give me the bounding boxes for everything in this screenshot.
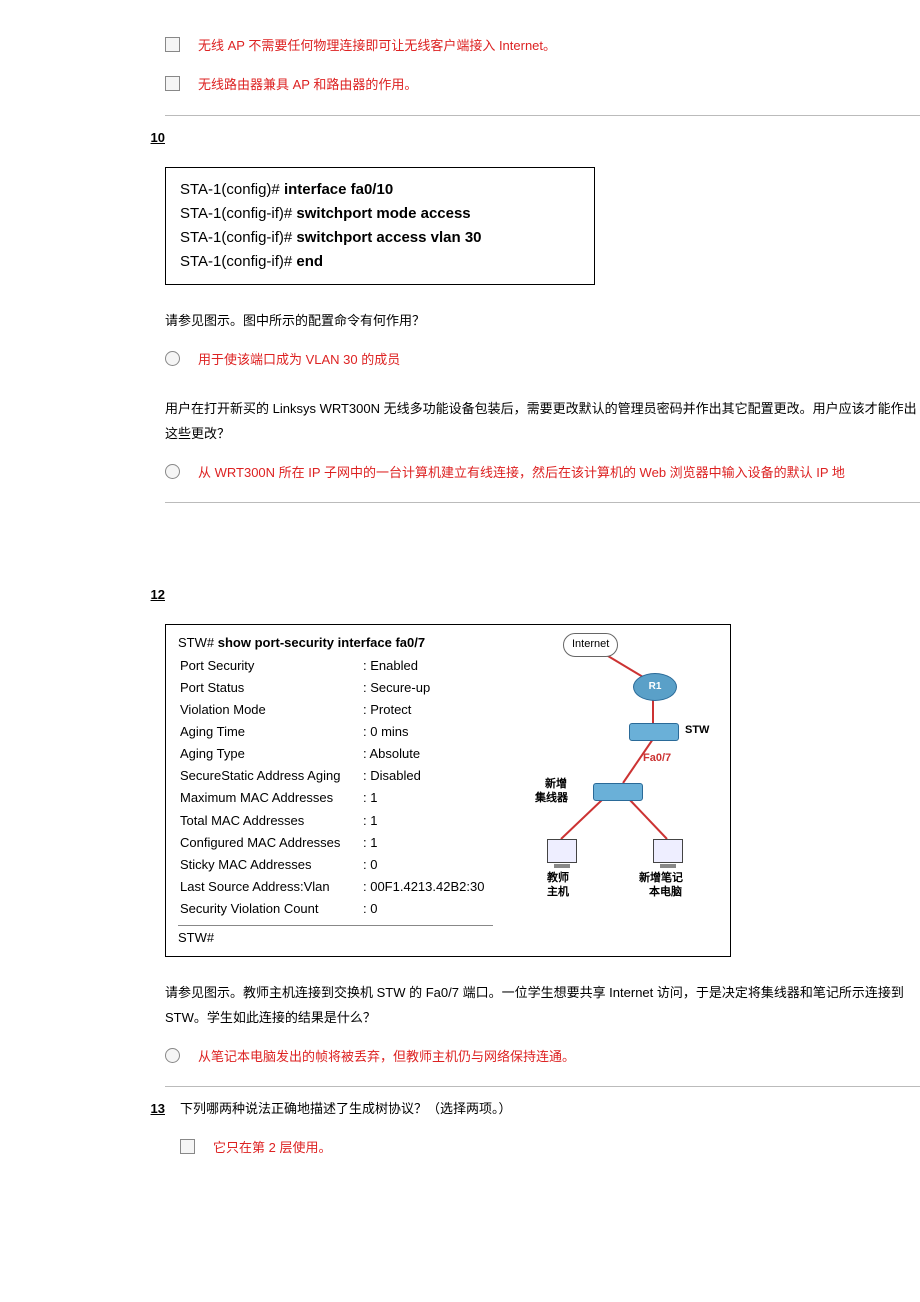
- pc2-label-2: 本电脑: [649, 883, 682, 903]
- checkbox-icon[interactable]: [165, 76, 180, 91]
- code-line: STA-1(config-if)#: [180, 205, 296, 222]
- q12-cli-output: STW# show port-security interface fa0/7 …: [178, 633, 493, 948]
- q11-answer: 从 WRT300N 所在 IP 子网中的一台计算机建立有线连接，然后在该计算机的…: [165, 453, 920, 492]
- q10-answer-text: 用于使该端口成为 VLAN 30 的成员: [198, 348, 400, 371]
- table-row: Configured MAC Addresses: 1: [180, 833, 490, 853]
- table-row: Port Security: Enabled: [180, 656, 490, 676]
- radio-icon[interactable]: [165, 464, 180, 479]
- q10-question-text: 请参见图示。图中所示的配置命令有何作用？: [165, 303, 920, 340]
- question-number-12: 12: [0, 583, 180, 606]
- table-row: Aging Type: Absolute: [180, 744, 490, 764]
- table-row: SecureStatic Address Aging: Disabled: [180, 766, 490, 786]
- code-cmd: end: [296, 253, 323, 270]
- radio-icon[interactable]: [165, 1048, 180, 1063]
- table-row: Total MAC Addresses: 1: [180, 811, 490, 831]
- divider: [165, 1086, 920, 1087]
- cli-prompt: STW#: [178, 635, 218, 650]
- code-line: STA-1(config-if)#: [180, 253, 296, 270]
- q11-answer-text: 从 WRT300N 所在 IP 子网中的一台计算机建立有线连接，然后在该计算机的…: [198, 461, 845, 484]
- teacher-pc-icon: [547, 839, 577, 863]
- checkbox-icon[interactable]: [165, 37, 180, 52]
- code-line: STA-1(config)#: [180, 181, 284, 198]
- stw-label: STW: [685, 721, 709, 741]
- q10-answer: 用于使该端口成为 VLAN 30 的成员: [165, 340, 920, 379]
- code-line: STA-1(config-if)#: [180, 229, 296, 246]
- internet-cloud-icon: Internet: [563, 633, 618, 657]
- port-security-table: Port Security: Enabled Port Status: Secu…: [178, 654, 492, 922]
- pc1-label-2: 主机: [547, 883, 569, 903]
- q12-answer-text: 从笔记本电脑发出的帧将被丢弃，但教师主机仍与网络保持连通。: [198, 1045, 575, 1068]
- fa07-label: Fa0/7: [643, 749, 671, 769]
- q13-option-1: 它只在第 2 层使用。: [180, 1128, 920, 1167]
- q9-option-2-text: 无线路由器兼具 AP 和路由器的作用。: [198, 73, 417, 96]
- table-row: Sticky MAC Addresses: 0: [180, 855, 490, 875]
- hub-icon: [593, 783, 643, 801]
- code-cmd: interface fa0/10: [284, 181, 393, 198]
- checkbox-icon[interactable]: [180, 1139, 195, 1154]
- topology-lines: [503, 633, 718, 893]
- cli-command: show port-security interface fa0/7: [218, 635, 425, 650]
- table-row: Aging Time: 0 mins: [180, 722, 490, 742]
- q12-answer: 从笔记本电脑发出的帧将被丢弃，但教师主机仍与网络保持连通。: [165, 1037, 920, 1076]
- table-row: Maximum MAC Addresses: 1: [180, 788, 490, 808]
- q10-code-exhibit: STA-1(config)# interface fa0/10 STA-1(co…: [165, 167, 595, 285]
- q11-question-text: 用户在打开新买的 Linksys WRT300N 无线多功能设备包装后，需要更改…: [165, 391, 920, 452]
- question-number-13: 13: [0, 1097, 180, 1167]
- q12-question-text: 请参见图示。教师主机连接到交换机 STW 的 Fa0/7 端口。一位学生想要共享…: [165, 975, 920, 1036]
- table-row: Port Status: Secure-up: [180, 678, 490, 698]
- q13-option-1-text: 它只在第 2 层使用。: [213, 1136, 331, 1159]
- divider: [165, 502, 920, 503]
- table-row: Security Violation Count: 0: [180, 899, 490, 919]
- divider: [165, 115, 920, 116]
- q12-exhibit: STW# show port-security interface fa0/7 …: [165, 624, 731, 957]
- question-number-10: 10: [0, 126, 180, 149]
- switch-stw-icon: [629, 723, 679, 741]
- code-cmd: switchport mode access: [296, 205, 470, 222]
- q9-option-2: 无线路由器兼具 AP 和路由器的作用。: [165, 65, 920, 104]
- q12-topology-diagram: Internet R1 STW Fa0/7 新增 集线器 教师 主机 新增笔记 …: [503, 633, 718, 948]
- q9-option-1: 无线 AP 不需要任何物理连接即可让无线客户端接入 Internet。: [165, 26, 920, 65]
- q9-option-1-text: 无线 AP 不需要任何物理连接即可让无线客户端接入 Internet。: [198, 34, 556, 57]
- q13-question-text: 下列哪两种说法正确地描述了生成树协议？（选择两项。）: [180, 1097, 920, 1128]
- table-row: Violation Mode: Protect: [180, 700, 490, 720]
- table-row: Last Source Address:Vlan: 00F1.4213.42B2…: [180, 877, 490, 897]
- code-cmd: switchport access vlan 30: [296, 229, 481, 246]
- cli-prompt-end: STW#: [178, 925, 493, 948]
- laptop-icon: [653, 839, 683, 863]
- hub-label-2: 集线器: [535, 789, 568, 809]
- radio-icon[interactable]: [165, 351, 180, 366]
